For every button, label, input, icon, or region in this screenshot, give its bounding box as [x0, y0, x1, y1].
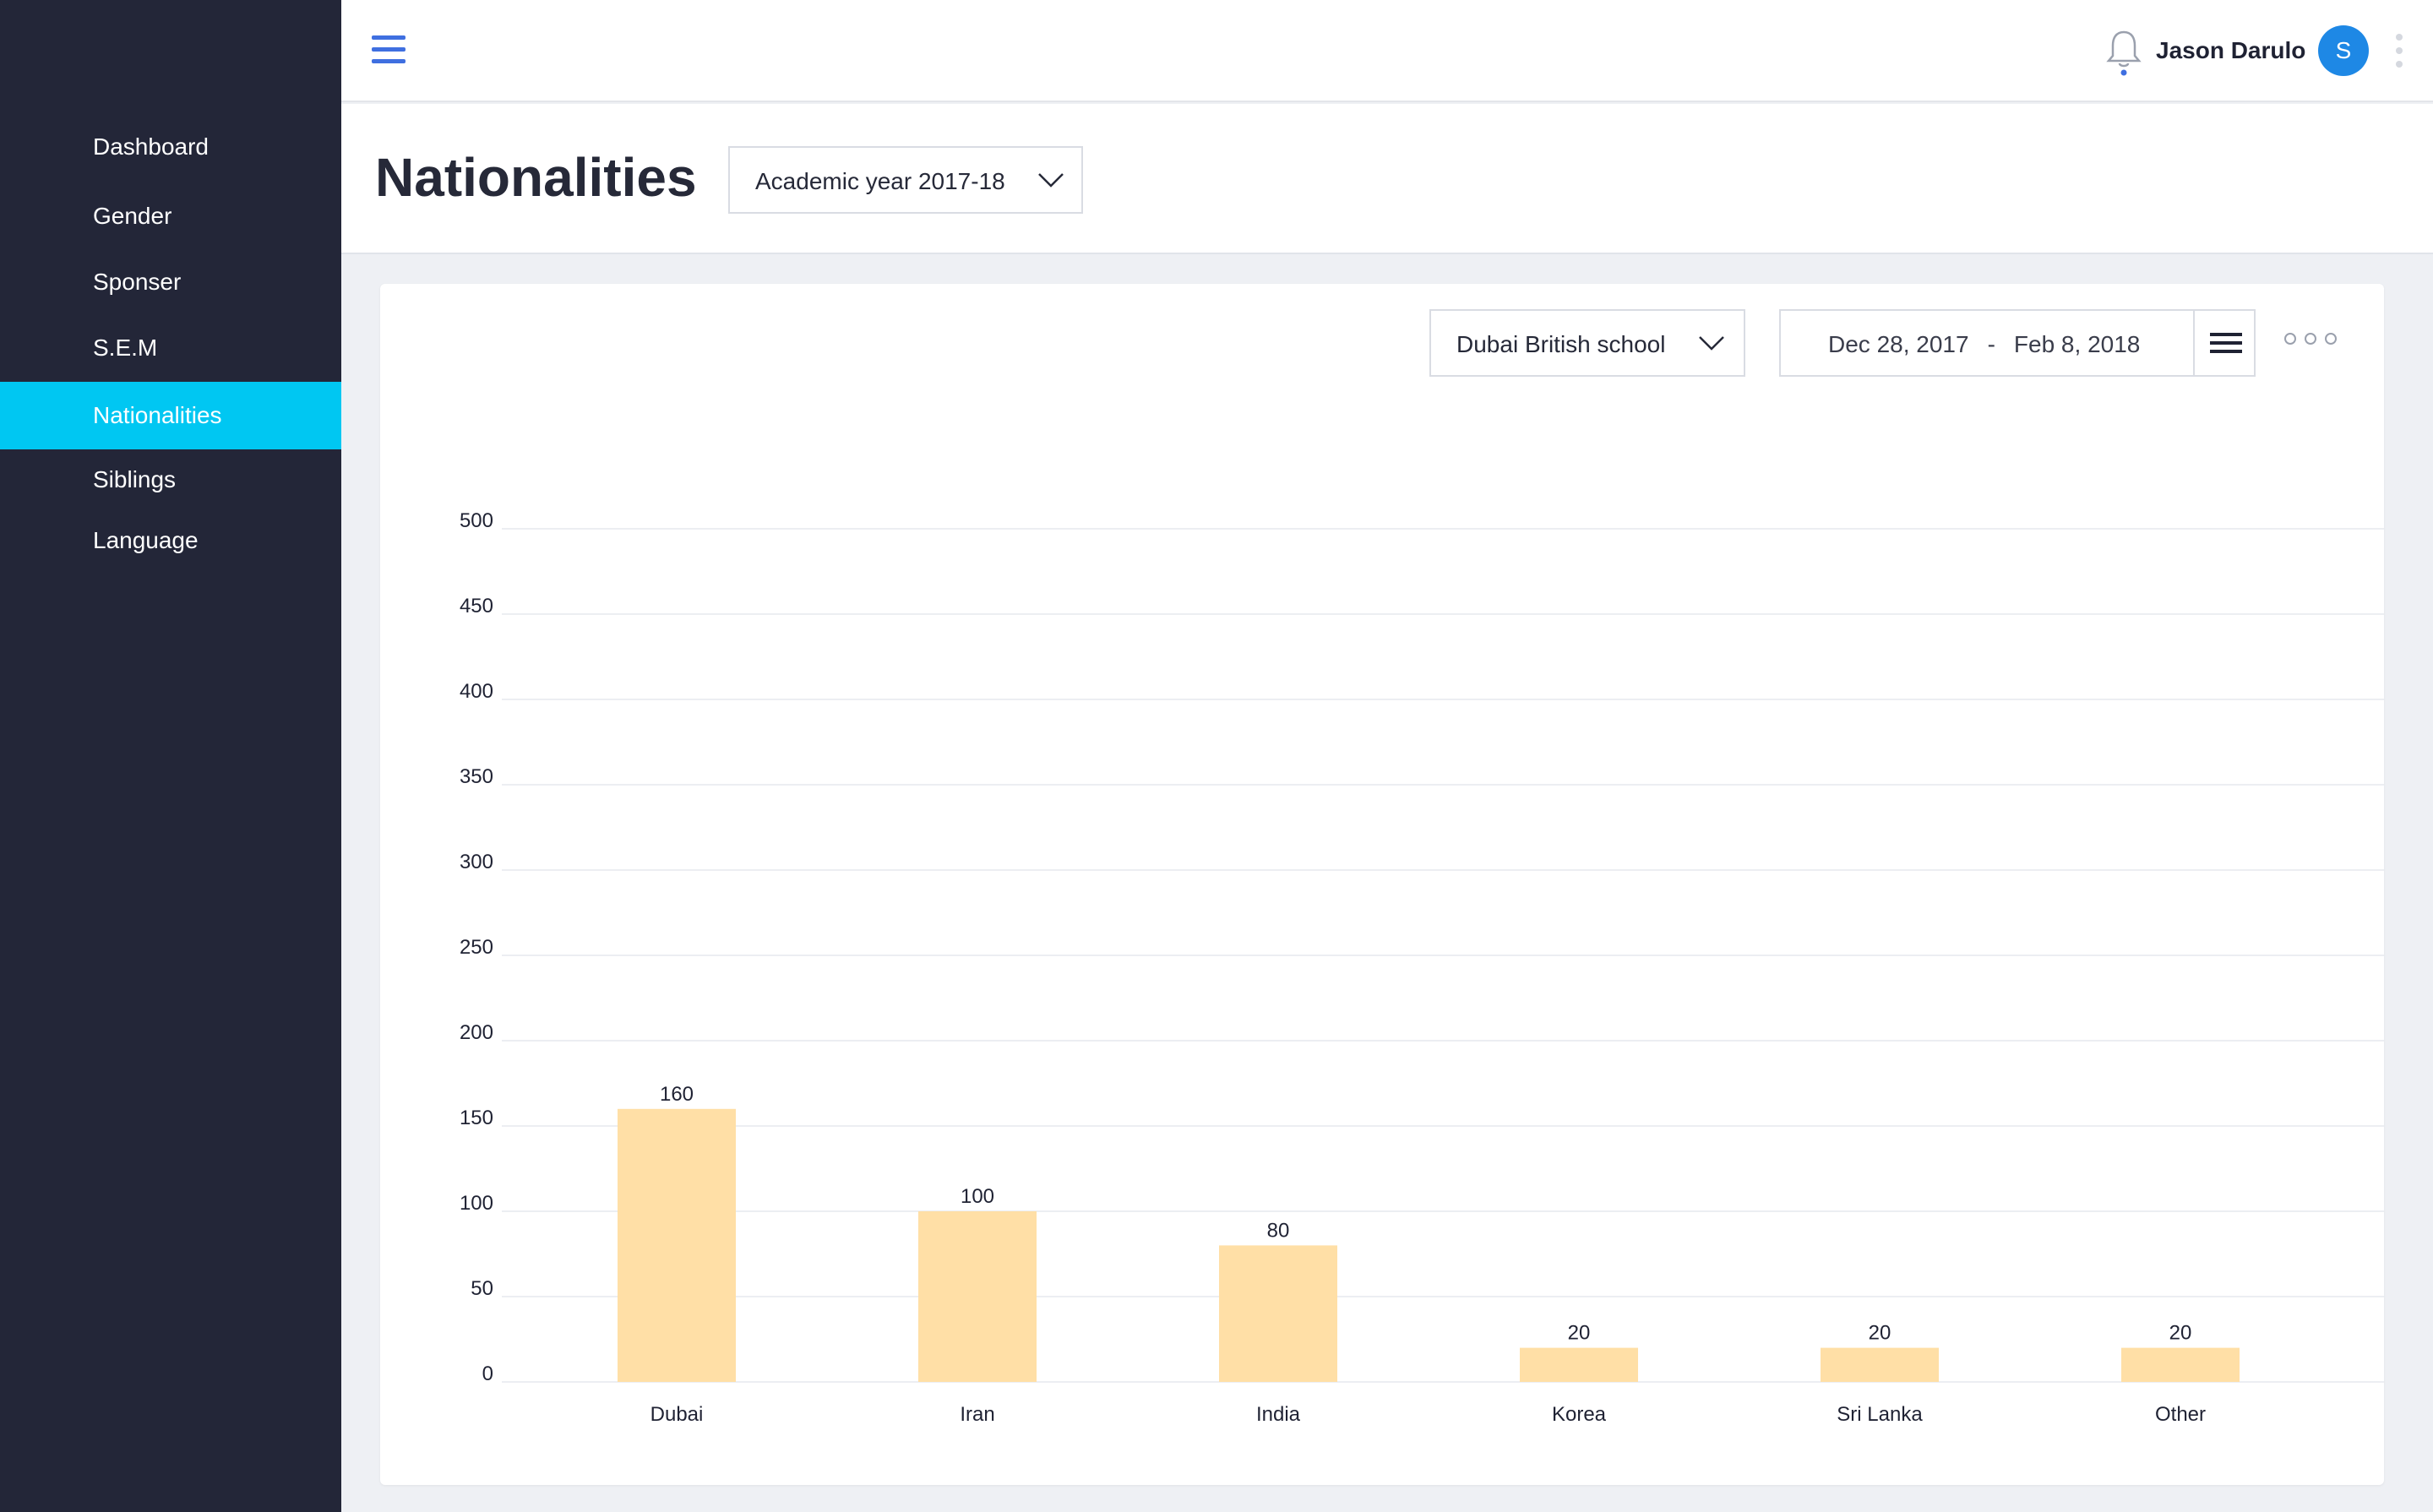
sidebar-item-gender[interactable]: Gender: [0, 182, 341, 250]
bar: [2121, 1347, 2240, 1382]
bar: [1520, 1347, 1638, 1382]
y-tick-label: 100: [460, 1192, 493, 1215]
x-tick-label: Dubai: [650, 1403, 704, 1426]
x-tick-label: Sri Lanka: [1837, 1403, 1923, 1426]
sidebar-item-sponser[interactable]: Sponser: [0, 248, 341, 316]
bar-chart: 0 50 100 150 200 250 300 350 400 450 500 160 Dubai 10…: [460, 509, 2384, 1426]
x-tick-label: Iran: [960, 1403, 994, 1426]
academic-year-select[interactable]: Academic year 2017-18: [728, 146, 1083, 214]
data-label: 20: [1568, 1322, 1591, 1345]
academic-year-label: Academic year 2017-18: [755, 168, 1005, 194]
sidebar-item-siblings[interactable]: Siblings: [0, 446, 341, 514]
vertical-dots-icon[interactable]: [2392, 34, 2406, 71]
bar: [918, 1211, 1037, 1382]
data-label: 80: [1267, 1219, 1290, 1242]
page-header: Nationalities Academic year 2017-18: [341, 104, 2433, 254]
y-tick-label: 450: [460, 595, 493, 617]
y-tick-label: 500: [460, 509, 493, 532]
chart-card: Dubai British school Dec 28, 2017- Feb 8,…: [380, 284, 2384, 1485]
user-name[interactable]: Jason Darulo: [2156, 37, 2305, 64]
bell-icon[interactable]: [2105, 27, 2142, 76]
top-bar: Jason Darulo S: [341, 0, 2433, 102]
y-tick-label: 350: [460, 765, 493, 788]
y-tick-label: 50: [471, 1277, 493, 1300]
y-tick-label: 300: [460, 851, 493, 873]
data-label: 20: [1869, 1322, 1891, 1345]
y-tick-label: 150: [460, 1107, 493, 1129]
bar: [618, 1108, 736, 1382]
hamburger-icon[interactable]: [372, 35, 406, 66]
sidebar-item-sem[interactable]: S.E.M: [0, 314, 341, 382]
data-label: 100: [961, 1185, 994, 1208]
x-tick-label: Korea: [1552, 1403, 1607, 1426]
bar: [1219, 1245, 1337, 1382]
data-label: 160: [660, 1083, 694, 1106]
sidebar-item-nationalities[interactable]: Nationalities: [0, 382, 341, 449]
y-tick-label: 250: [460, 936, 493, 959]
x-tick-label: Other: [2155, 1403, 2206, 1426]
chevron-down-icon: [1038, 173, 1064, 188]
sidebar: Dashboard Gender Sponser S.E.M Nationali…: [0, 0, 341, 1512]
y-tick-label: 400: [460, 680, 493, 703]
sidebar-item-dashboard[interactable]: Dashboard: [0, 113, 341, 181]
bar: [1821, 1347, 1939, 1382]
page-title: Nationalities: [375, 147, 697, 208]
sidebar-item-language[interactable]: Language: [0, 507, 341, 574]
x-tick-label: India: [1256, 1403, 1301, 1426]
data-label: 20: [2169, 1322, 2192, 1345]
y-tick-label: 200: [460, 1021, 493, 1044]
avatar[interactable]: S: [2318, 25, 2369, 76]
y-tick-label: 0: [482, 1362, 493, 1385]
